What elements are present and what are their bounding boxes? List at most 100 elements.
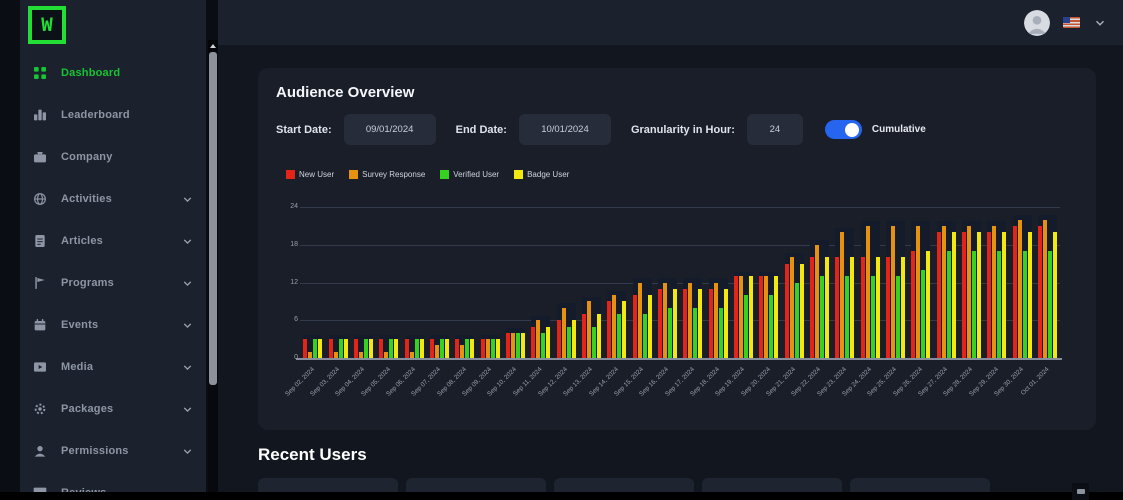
sidebar-item-programs[interactable]: Programs bbox=[20, 262, 206, 304]
grid-icon bbox=[32, 65, 48, 81]
language-flag-icon[interactable] bbox=[1063, 17, 1080, 28]
bar-verified-user bbox=[414, 339, 419, 358]
y-axis-tick-label: 18 bbox=[290, 240, 298, 248]
gear-icon bbox=[32, 401, 48, 417]
bar-badge-user bbox=[444, 339, 449, 358]
bar-new-user bbox=[632, 295, 637, 358]
legend-item[interactable]: Badge User bbox=[514, 170, 569, 179]
cumulative-toggle[interactable] bbox=[824, 120, 862, 139]
bar-new-user bbox=[835, 257, 840, 358]
scroll-corner-button[interactable] bbox=[1072, 483, 1089, 500]
bar-survey-response bbox=[738, 276, 743, 358]
end-date-input[interactable] bbox=[518, 114, 611, 145]
bar-verified-user bbox=[769, 295, 774, 358]
bar-survey-response bbox=[384, 351, 389, 358]
bar-survey-response bbox=[1017, 219, 1022, 358]
sidebar-item-dashboard[interactable]: Dashboard bbox=[20, 52, 206, 94]
sidebar-item-company[interactable]: Company bbox=[20, 136, 206, 178]
recent-users-title: Recent Users bbox=[258, 445, 367, 464]
scrollbar-thumb[interactable] bbox=[209, 52, 217, 385]
bar-verified-user bbox=[439, 339, 444, 358]
bar-new-user bbox=[683, 288, 688, 358]
app-logo-letter: W bbox=[41, 14, 53, 36]
sidebar-item-media[interactable]: Media bbox=[20, 346, 206, 388]
bar-new-user bbox=[987, 232, 992, 358]
legend-item[interactable]: Survey Response bbox=[349, 170, 425, 179]
bar-survey-response bbox=[358, 351, 363, 358]
bar-verified-user bbox=[1022, 251, 1027, 358]
x-axis-line bbox=[296, 358, 1062, 360]
sidebar-item-articles[interactable]: Articles bbox=[20, 220, 206, 262]
start-date-input[interactable] bbox=[343, 114, 436, 145]
bar-new-user bbox=[1037, 225, 1042, 358]
bar-new-user bbox=[936, 232, 941, 358]
bar-survey-response bbox=[865, 225, 870, 358]
app-logo[interactable]: W bbox=[28, 6, 66, 44]
sidebar-item-permissions[interactable]: Permissions bbox=[20, 430, 206, 472]
bar-verified-user bbox=[997, 251, 1002, 358]
media-icon bbox=[32, 359, 48, 375]
bar-verified-user bbox=[389, 339, 394, 358]
end-date-label: End Date: bbox=[455, 123, 507, 136]
chevron-down-icon[interactable] bbox=[1093, 16, 1107, 30]
bar-badge-user bbox=[1002, 232, 1007, 358]
chevron-down-icon bbox=[181, 193, 194, 206]
bar-badge-user bbox=[419, 339, 424, 358]
bar-survey-response bbox=[485, 339, 490, 358]
chart-legend: New User Survey Response Verified User Badg… bbox=[286, 170, 569, 179]
bar-badge-user bbox=[647, 295, 652, 358]
bar-survey-response bbox=[814, 244, 819, 358]
legend-label: Survey Response bbox=[362, 170, 426, 179]
legend-label: Verified User bbox=[453, 170, 500, 179]
bar-survey-response bbox=[1042, 219, 1047, 358]
bar-new-user bbox=[404, 339, 409, 358]
chevron-down-icon bbox=[181, 319, 194, 332]
avatar-icon bbox=[1024, 9, 1050, 36]
bar-survey-response bbox=[409, 351, 414, 358]
chevron-down-icon bbox=[181, 445, 194, 458]
sidebar-item-leaderboard[interactable]: Leaderboard bbox=[20, 94, 206, 136]
bar-new-user bbox=[429, 339, 434, 358]
sidebar-item-activities[interactable]: Activities bbox=[20, 178, 206, 220]
bar-badge-user bbox=[343, 339, 348, 358]
legend-item[interactable]: Verified User bbox=[440, 170, 499, 179]
bar-badge-user bbox=[900, 257, 905, 358]
granularity-input[interactable] bbox=[746, 114, 803, 145]
bar-new-user bbox=[505, 332, 510, 358]
document-icon bbox=[32, 233, 48, 249]
sidebar-item-label: Permissions bbox=[61, 445, 129, 457]
bar-new-user bbox=[885, 257, 890, 358]
scroll-up-button[interactable] bbox=[208, 40, 218, 51]
bar-verified-user bbox=[566, 326, 571, 358]
sidebar-panel: W Dashboard Leaderboard Company Activities A… bbox=[20, 0, 206, 499]
sidebar-scrollbar[interactable] bbox=[208, 40, 218, 492]
sidebar-item-label: Packages bbox=[61, 403, 114, 415]
bar-new-user bbox=[556, 320, 561, 358]
bar-verified-user bbox=[845, 276, 850, 358]
bar-new-user bbox=[328, 339, 333, 358]
calendar-icon bbox=[32, 317, 48, 333]
bar-verified-user bbox=[743, 295, 748, 358]
bar-new-user bbox=[480, 339, 485, 358]
chevron-down-icon bbox=[181, 277, 194, 290]
bar-badge-user bbox=[470, 339, 475, 358]
sidebar-item-label: Events bbox=[61, 319, 99, 331]
sidebar-item-label: Dashboard bbox=[61, 67, 121, 79]
legend-swatch bbox=[440, 170, 450, 179]
y-axis-tick-label: 0 bbox=[294, 354, 298, 361]
toggle-knob bbox=[844, 122, 859, 137]
bar-badge-user bbox=[748, 276, 753, 358]
sidebar-item-events[interactable]: Events bbox=[20, 304, 206, 346]
user-icon bbox=[32, 443, 48, 459]
bar-new-user bbox=[1012, 225, 1017, 358]
sidebar-item-packages[interactable]: Packages bbox=[20, 388, 206, 430]
bar-new-user bbox=[455, 339, 460, 358]
sidebar-item-label: Articles bbox=[61, 235, 103, 247]
legend-item[interactable]: New User bbox=[286, 170, 334, 179]
bar-verified-user bbox=[946, 251, 951, 358]
bar-survey-response bbox=[333, 351, 338, 358]
bar-new-user bbox=[531, 326, 536, 358]
user-avatar[interactable] bbox=[1024, 9, 1050, 36]
bar-survey-response bbox=[510, 332, 515, 358]
cumulative-label: Cumulative bbox=[871, 124, 926, 135]
